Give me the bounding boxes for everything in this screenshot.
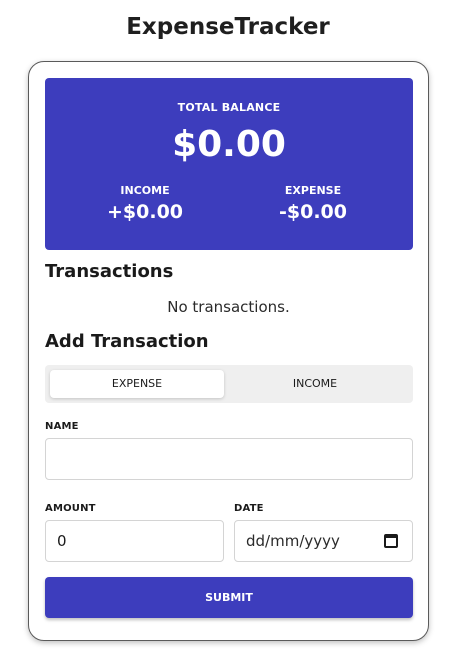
transactions-empty-message: No transactions.	[167, 298, 290, 316]
balance-panel: TOTAL BALANCE $0.00 INCOME +$0.00 EXPENS…	[45, 78, 413, 250]
transaction-type-toggle: EXPENSE INCOME	[45, 365, 413, 403]
tracker-card: TOTAL BALANCE $0.00 INCOME +$0.00 EXPENS…	[28, 61, 429, 641]
name-label: NAME	[45, 421, 79, 432]
expense-label: EXPENSE	[284, 184, 342, 197]
amount-label: AMOUNT	[45, 503, 96, 514]
income-summary: INCOME +$0.00	[53, 184, 237, 223]
total-balance-value: $0.00	[172, 124, 286, 165]
expense-summary: EXPENSE -$0.00	[221, 184, 405, 223]
amount-input[interactable]: 0	[45, 520, 224, 562]
expense-value: -$0.00	[279, 201, 347, 223]
income-label: INCOME	[120, 184, 170, 197]
transactions-title: Transactions	[45, 261, 174, 282]
date-placeholder: dd/mm/yyyy	[246, 532, 340, 550]
app-title: ExpenseTracker	[126, 14, 330, 40]
calendar-icon[interactable]	[384, 534, 398, 548]
total-balance-label: TOTAL BALANCE	[177, 101, 281, 114]
name-input[interactable]	[45, 438, 413, 480]
date-input[interactable]: dd/mm/yyyy	[234, 520, 413, 562]
submit-button[interactable]: SUBMIT	[45, 577, 413, 618]
date-label: DATE	[234, 503, 264, 514]
income-value: +$0.00	[106, 201, 184, 223]
toggle-expense[interactable]: EXPENSE	[50, 370, 224, 398]
add-transaction-title: Add Transaction	[45, 331, 209, 352]
toggle-income[interactable]: INCOME	[228, 370, 402, 398]
